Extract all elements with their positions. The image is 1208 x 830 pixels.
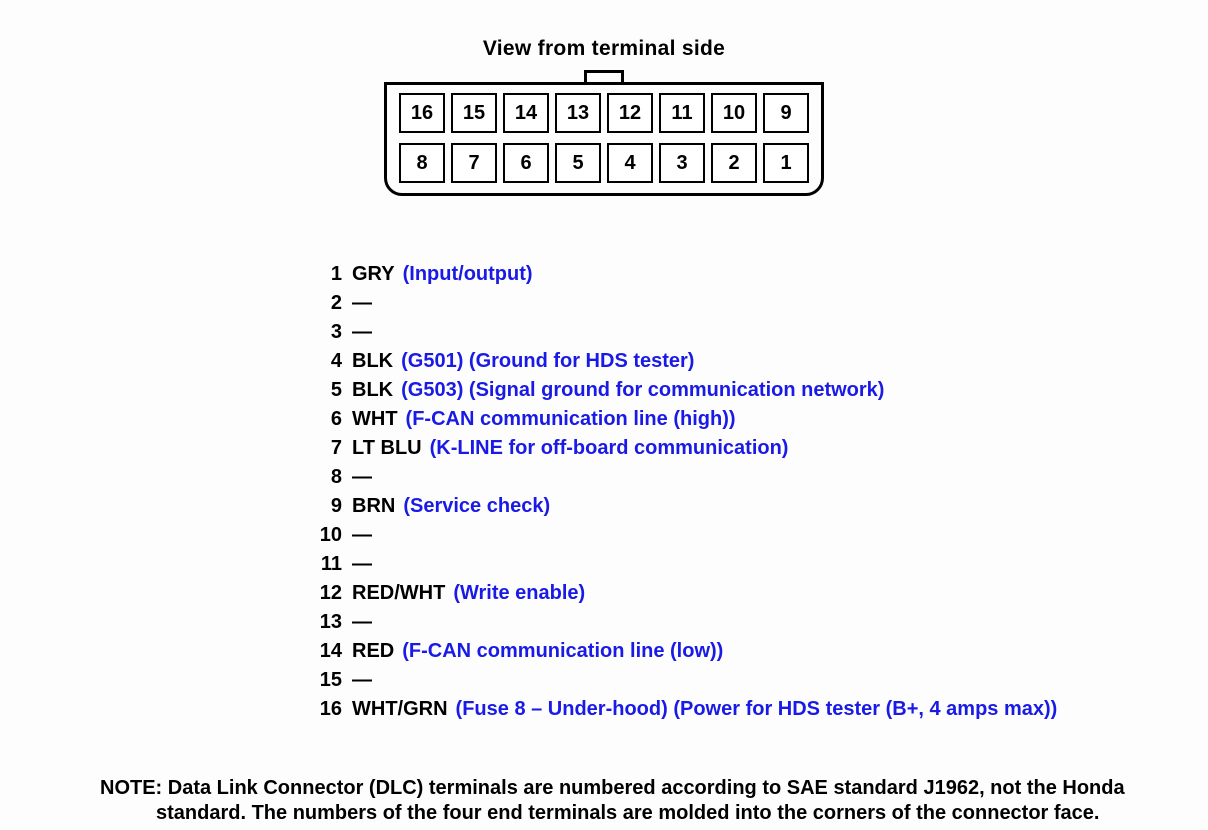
- pin-cell: 8: [399, 143, 445, 183]
- pin-cell: 10: [711, 93, 757, 133]
- pin-line: 4 BLK (G501) (Ground for HDS tester): [308, 347, 1138, 376]
- pin-legend: 1GRY(Input/output)2—3—4BLK(G501) (Ground…: [308, 260, 1138, 724]
- pin-line: 6 WHT (F-CAN communication line (high)): [308, 405, 1138, 434]
- pin-cell: 14: [503, 93, 549, 133]
- pin-color: BRN: [352, 492, 395, 521]
- pin-cell: 13: [555, 93, 601, 133]
- pin-number: 8: [308, 463, 342, 492]
- pin-cell: 7: [451, 143, 497, 183]
- pin-description: (Service check): [403, 492, 550, 521]
- pin-number: 10: [308, 521, 342, 550]
- pin-empty-dash: —: [352, 666, 373, 695]
- pin-line: 10 —: [308, 521, 1138, 550]
- pin-description: (K-LINE for off-board communication): [430, 434, 789, 463]
- connector-shell: 16 15 14 13 12 11 10 9 8 7 6 5 4 3 2: [384, 82, 824, 196]
- pin-color: RED: [352, 637, 394, 666]
- pin-line: 2—: [308, 289, 1138, 318]
- pin-line: 5 BLK (G503) (Signal ground for communicat…: [308, 376, 1138, 405]
- pin-description: (G503) (Signal ground for communication …: [401, 376, 884, 405]
- pin-number: 4: [308, 347, 342, 376]
- pin-number: 16: [308, 695, 342, 724]
- pin-line: 11 —: [308, 550, 1138, 579]
- pin-number: 12: [308, 579, 342, 608]
- pin-line: 1 GRY (Input/output): [308, 260, 1138, 289]
- pin-empty-dash: —: [352, 289, 373, 318]
- pin-cell: 1: [763, 143, 809, 183]
- pin-cell: 9: [763, 93, 809, 133]
- pin-description: (Write enable): [453, 579, 585, 608]
- connector-notch: [584, 70, 624, 82]
- pin-color: BLK: [352, 347, 393, 376]
- pin-cell: 5: [555, 143, 601, 183]
- footnote: NOTE: Data Link Connector (DLC) terminal…: [100, 776, 1148, 826]
- pin-description: (Fuse 8 – Under-hood) (Power for HDS tes…: [456, 695, 1058, 724]
- pin-empty-dash: —: [352, 521, 373, 550]
- pin-empty-dash: —: [352, 550, 373, 579]
- pin-description: (F-CAN communication line (high)): [406, 405, 736, 434]
- pin-number: 6: [308, 405, 342, 434]
- pin-number: 2: [308, 289, 342, 318]
- pin-cell: 3: [659, 143, 705, 183]
- connector-row-bottom: 8 7 6 5 4 3 2 1: [395, 143, 813, 183]
- pin-empty-dash: —: [352, 608, 373, 637]
- pin-description: (G501) (Ground for HDS tester): [401, 347, 694, 376]
- pin-number: 3: [308, 318, 342, 347]
- pin-color: WHT: [352, 405, 398, 434]
- pin-cell: 2: [711, 143, 757, 183]
- pin-number: 5: [308, 376, 342, 405]
- pin-line: 9 BRN (Service check): [308, 492, 1138, 521]
- pin-line: 15 —: [308, 666, 1138, 695]
- pin-cell: 12: [607, 93, 653, 133]
- pin-color: LT BLU: [352, 434, 422, 463]
- pin-line: 3—: [308, 318, 1138, 347]
- pin-number: 11: [308, 550, 342, 579]
- pin-number: 13: [308, 608, 342, 637]
- connector-row-top: 16 15 14 13 12 11 10 9: [395, 93, 813, 133]
- pin-empty-dash: —: [352, 318, 373, 347]
- pin-cell: 15: [451, 93, 497, 133]
- pin-line: 7 LT BLU (K-LINE for off-board communicati…: [308, 434, 1138, 463]
- pin-color: WHT/GRN: [352, 695, 448, 724]
- pin-number: 7: [308, 434, 342, 463]
- page: View from terminal side 16 15 14 13 12 1…: [0, 0, 1208, 830]
- pin-color: GRY: [352, 260, 395, 289]
- pin-cell: 16: [399, 93, 445, 133]
- pin-cell: 4: [607, 143, 653, 183]
- diagram-title: View from terminal side: [0, 37, 1208, 61]
- pin-number: 1: [308, 260, 342, 289]
- pin-number: 9: [308, 492, 342, 521]
- pin-line: 16 WHT/GRN (Fuse 8 – Under-hood) (Power fo…: [308, 695, 1138, 724]
- pin-number: 15: [308, 666, 342, 695]
- pin-number: 14: [308, 637, 342, 666]
- connector-diagram: 16 15 14 13 12 11 10 9 8 7 6 5 4 3 2: [0, 70, 1208, 196]
- pin-description: (F-CAN communication line (low)): [402, 637, 723, 666]
- pin-line: 8—: [308, 463, 1138, 492]
- pin-color: RED/WHT: [352, 579, 445, 608]
- pin-line: 14 RED (F-CAN communication line (low)): [308, 637, 1138, 666]
- pin-line: 13 —: [308, 608, 1138, 637]
- pin-cell: 6: [503, 143, 549, 183]
- pin-cell: 11: [659, 93, 705, 133]
- pin-empty-dash: —: [352, 463, 373, 492]
- pin-description: (Input/output): [403, 260, 533, 289]
- pin-color: BLK: [352, 376, 393, 405]
- pin-line: 12 RED/WHT (Write enable): [308, 579, 1138, 608]
